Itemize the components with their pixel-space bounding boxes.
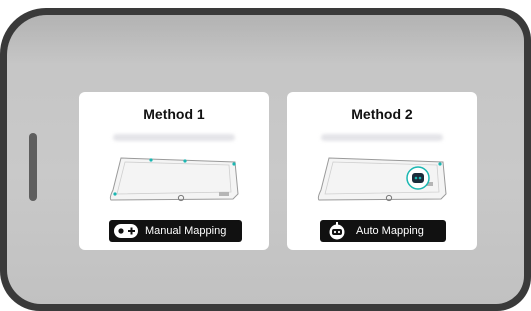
auto-map-illustration [315,154,449,206]
method-1-card[interactable]: Method 1 Manual Mapping [79,92,269,250]
auto-mapping-label: Auto Mapping [356,225,424,237]
device-frame: Method 1 Manual Mapping Method 2 Auto Ma… [0,8,531,311]
manual-control-icon [113,222,139,240]
method-2-card[interactable]: Method 2 Auto Mapping [287,92,477,250]
side-handle[interactable] [29,133,37,201]
manual-map-illustration [107,154,241,206]
method-2-subtitle-blurred [321,134,443,141]
screen-shade [7,15,524,63]
manual-mapping-button[interactable]: Manual Mapping [109,220,242,242]
robot-icon [324,222,350,240]
device-screen: Method 1 Manual Mapping Method 2 Auto Ma… [7,15,524,304]
method-1-subtitle-blurred [113,134,235,141]
method-1-title: Method 1 [143,106,205,122]
manual-mapping-label: Manual Mapping [145,225,227,237]
method-2-title: Method 2 [351,106,413,122]
auto-mapping-button[interactable]: Auto Mapping [320,220,446,242]
